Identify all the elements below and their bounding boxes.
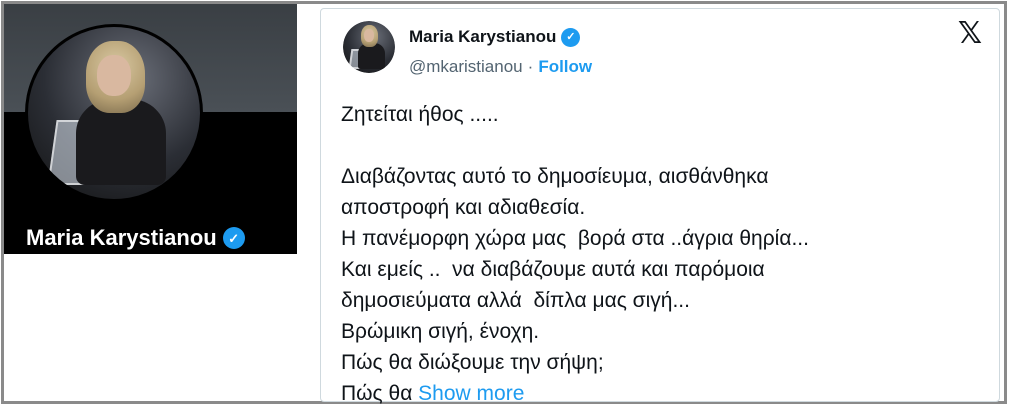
- tweet-line: Η πανέμορφη χώρα μας βορά στα ..άγρια θη…: [341, 227, 809, 250]
- verified-badge-icon: ✓: [561, 27, 581, 47]
- avatar-photo-small: [343, 21, 395, 73]
- tweet-line: αποστροφή και αδιαθεσία.: [341, 196, 586, 219]
- tweet-line: Και εμείς .. να διαβάζουμε αυτά και παρό…: [341, 258, 765, 281]
- face-shape: [363, 29, 375, 42]
- tweet-last-line: Πώς θα Show more: [341, 378, 981, 407]
- tweet-line: Πώς θα διώξουμε την σήψη;: [341, 351, 604, 374]
- x-logo-icon[interactable]: 𝕏: [955, 19, 985, 49]
- tweet-embed[interactable]: Maria Karystianou ✓ @mkaristianou · Foll…: [320, 8, 1000, 405]
- profile-name: Maria Karystianou: [26, 225, 217, 250]
- profile-name-row[interactable]: Maria Karystianou ✓: [26, 222, 245, 254]
- tweet-line: δημοσιεύματα αλλά δίπλα μας σιγή...: [341, 289, 690, 312]
- tweet-text: Ζητείται ήθος ..... Διαβάζοντας αυτό το …: [341, 99, 981, 407]
- avatar-photo: [28, 27, 200, 199]
- tweet-line: Διαβάζοντας αυτό το δημοσίευμα, αισθάνθη…: [341, 165, 769, 188]
- tweet-truncated-text: Πώς θα: [341, 382, 419, 405]
- show-more-link[interactable]: Show more: [418, 382, 524, 405]
- follow-link[interactable]: Follow: [538, 57, 592, 77]
- tweet-line: Βρώμικη σιγή, ένοχη.: [341, 320, 540, 343]
- tweet-line: Ζητείται ήθος .....: [341, 103, 499, 126]
- tweet-author-avatar[interactable]: [343, 21, 395, 73]
- tweet-handle[interactable]: @mkaristianou: [409, 57, 523, 77]
- tweet-author-name-row[interactable]: Maria Karystianou ✓: [409, 27, 581, 47]
- profile-avatar[interactable]: [25, 24, 203, 202]
- tweet-line: [341, 130, 981, 161]
- screenshot-frame: Maria Karystianou ✓ Maria Karystianou ✓ …: [1, 1, 1007, 405]
- verified-badge-icon: ✓: [222, 227, 245, 249]
- profile-card[interactable]: Maria Karystianou ✓: [4, 4, 297, 254]
- separator-dot: ·: [527, 57, 534, 76]
- tweet-handle-row: @mkaristianou · Follow: [409, 57, 592, 77]
- face-shape: [96, 54, 132, 96]
- tweet-author-name: Maria Karystianou: [409, 27, 557, 46]
